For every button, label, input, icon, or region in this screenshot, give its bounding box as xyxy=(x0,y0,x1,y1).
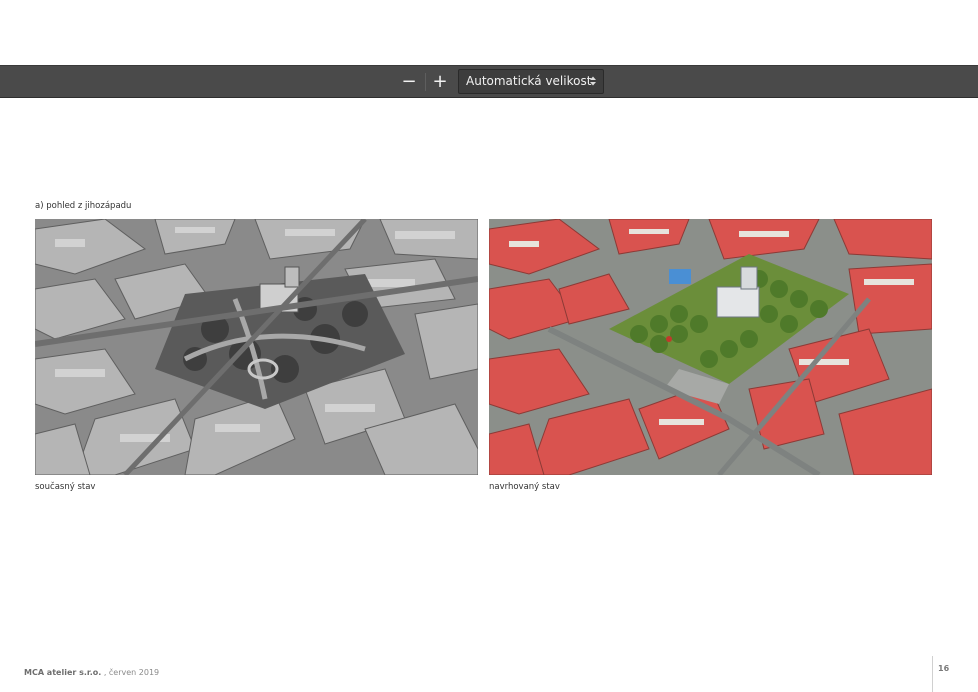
zoom-select[interactable]: Automatická velikost xyxy=(458,69,604,94)
select-arrows-icon xyxy=(590,76,596,86)
footer-date: , červen 2019 xyxy=(101,668,160,677)
page-number: 16 xyxy=(938,664,950,673)
aerial-color-image xyxy=(489,219,932,475)
caption-current-state: současný stav xyxy=(35,482,96,492)
footer-company: MCA atelier s.r.o. xyxy=(24,668,102,677)
zoom-out-button[interactable]: − xyxy=(396,69,422,95)
footer-credit: MCA atelier s.r.o. , červen 2019 xyxy=(24,668,159,677)
aerial-photo-proposed xyxy=(489,219,932,475)
section-caption: a) pohled z jihozápadu xyxy=(35,201,132,211)
aerial-grayscale-image xyxy=(35,219,478,475)
pdf-toolbar: − + Automatická velikost xyxy=(0,65,978,98)
zoom-in-button[interactable]: + xyxy=(427,69,453,95)
zoom-select-value: Automatická velikost xyxy=(466,74,592,88)
caption-proposed-state: navrhovaný stav xyxy=(489,482,560,492)
toolbar-separator xyxy=(425,73,426,91)
footer-divider xyxy=(932,656,933,692)
aerial-photo-current xyxy=(35,219,478,475)
